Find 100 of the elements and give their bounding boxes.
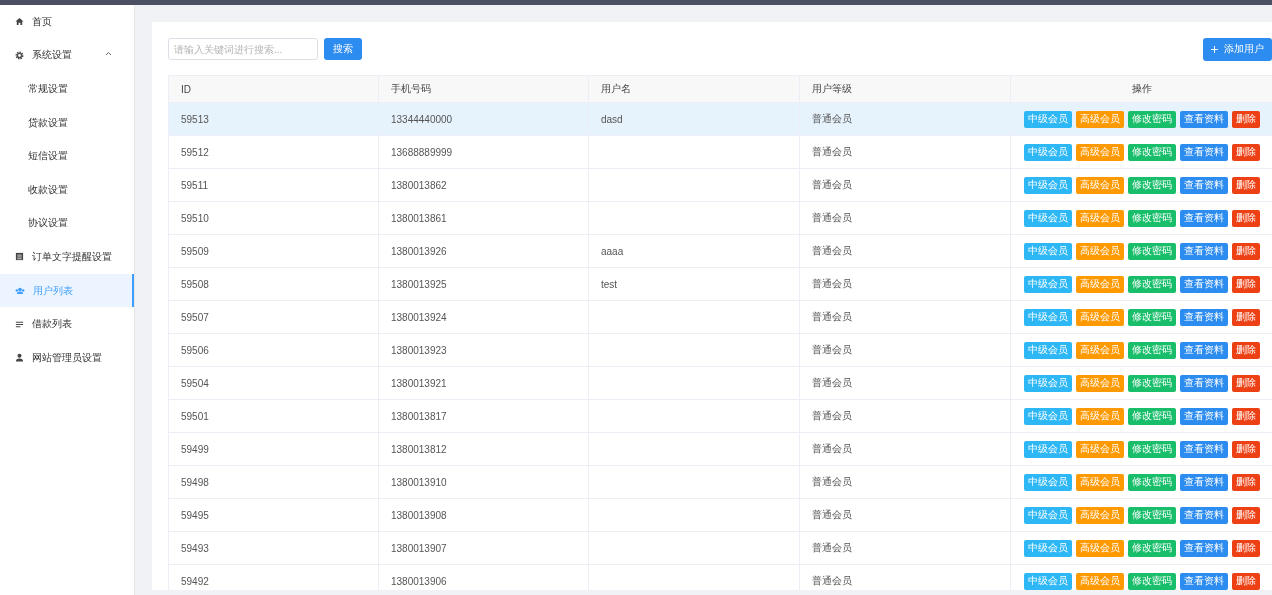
settings-icon bbox=[15, 50, 24, 60]
table-cell: 普通会员 bbox=[799, 102, 1011, 136]
action-button[interactable]: 删除 bbox=[1231, 176, 1260, 194]
submenu-item[interactable]: 常规设置 bbox=[0, 72, 134, 106]
action-button[interactable]: 中级会员 bbox=[1023, 407, 1072, 425]
action-button[interactable]: 删除 bbox=[1231, 572, 1260, 590]
action-button[interactable]: 中级会员 bbox=[1023, 506, 1072, 524]
action-button[interactable]: 高级会员 bbox=[1075, 143, 1124, 161]
action-button[interactable]: 修改密码 bbox=[1127, 341, 1176, 359]
action-button[interactable]: 修改密码 bbox=[1127, 374, 1176, 392]
action-button[interactable]: 中级会员 bbox=[1023, 242, 1072, 260]
action-button[interactable]: 高级会员 bbox=[1075, 539, 1124, 557]
action-button[interactable]: 修改密码 bbox=[1127, 176, 1176, 194]
submenu-item[interactable]: 收款设置 bbox=[0, 172, 134, 207]
table-cell: 59513 bbox=[168, 102, 379, 136]
action-button[interactable]: 查看资料 bbox=[1179, 440, 1228, 458]
table-cell: 1380013861 bbox=[378, 201, 589, 235]
submenu-item[interactable]: 短信设置 bbox=[0, 139, 134, 173]
action-button[interactable]: 修改密码 bbox=[1127, 572, 1176, 590]
action-button[interactable]: 删除 bbox=[1231, 440, 1260, 458]
column-header: 手机号码 bbox=[378, 75, 589, 103]
action-button[interactable]: 中级会员 bbox=[1023, 110, 1072, 128]
menu-item[interactable]: 用户列表 bbox=[0, 273, 134, 308]
action-button[interactable]: 中级会员 bbox=[1023, 209, 1072, 227]
action-button[interactable]: 中级会员 bbox=[1023, 143, 1072, 161]
action-button[interactable]: 高级会员 bbox=[1075, 572, 1124, 590]
action-button[interactable]: 删除 bbox=[1231, 473, 1260, 491]
action-button[interactable]: 删除 bbox=[1231, 506, 1260, 524]
action-button[interactable]: 删除 bbox=[1231, 275, 1260, 293]
action-button[interactable]: 高级会员 bbox=[1075, 506, 1124, 524]
action-button[interactable]: 中级会员 bbox=[1023, 275, 1072, 293]
action-button[interactable]: 删除 bbox=[1231, 341, 1260, 359]
action-button[interactable]: 高级会员 bbox=[1075, 176, 1124, 194]
action-button[interactable]: 修改密码 bbox=[1127, 242, 1176, 260]
action-button[interactable]: 高级会员 bbox=[1075, 374, 1124, 392]
menu-item[interactable]: 借款列表 bbox=[0, 307, 134, 341]
action-button[interactable]: 查看资料 bbox=[1179, 341, 1228, 359]
action-button[interactable]: 删除 bbox=[1231, 308, 1260, 326]
action-button[interactable]: 高级会员 bbox=[1075, 275, 1124, 293]
action-button[interactable]: 删除 bbox=[1231, 374, 1260, 392]
action-button[interactable]: 删除 bbox=[1231, 209, 1260, 227]
action-button[interactable]: 高级会员 bbox=[1075, 308, 1124, 326]
table-cell: 59498 bbox=[168, 465, 379, 499]
list-icon bbox=[15, 319, 24, 329]
action-button[interactable]: 高级会员 bbox=[1075, 209, 1124, 227]
action-button[interactable]: 删除 bbox=[1231, 143, 1260, 161]
action-button[interactable]: 查看资料 bbox=[1179, 473, 1228, 491]
action-button[interactable]: 查看资料 bbox=[1179, 539, 1228, 557]
action-button[interactable]: 中级会员 bbox=[1023, 341, 1072, 359]
action-button[interactable]: 查看资料 bbox=[1179, 506, 1228, 524]
action-button[interactable]: 修改密码 bbox=[1127, 143, 1176, 161]
action-button[interactable]: 修改密码 bbox=[1127, 407, 1176, 425]
action-button[interactable]: 修改密码 bbox=[1127, 275, 1176, 293]
action-button[interactable]: 查看资料 bbox=[1179, 176, 1228, 194]
menu-item[interactable]: 订单文字提醒设置 bbox=[0, 240, 134, 274]
table-cell: 普通会员 bbox=[799, 333, 1011, 367]
action-button[interactable]: 高级会员 bbox=[1075, 341, 1124, 359]
column-header: ID bbox=[168, 75, 379, 103]
action-button[interactable]: 查看资料 bbox=[1179, 308, 1228, 326]
action-button[interactable]: 高级会员 bbox=[1075, 407, 1124, 425]
action-button[interactable]: 查看资料 bbox=[1179, 110, 1228, 128]
action-button[interactable]: 修改密码 bbox=[1127, 539, 1176, 557]
action-button[interactable]: 删除 bbox=[1231, 539, 1260, 557]
search-button[interactable]: 搜索 bbox=[324, 38, 362, 60]
action-button[interactable]: 中级会员 bbox=[1023, 308, 1072, 326]
action-button[interactable]: 修改密码 bbox=[1127, 110, 1176, 128]
action-button[interactable]: 删除 bbox=[1231, 110, 1260, 128]
submenu-item[interactable]: 贷款设置 bbox=[0, 105, 134, 140]
action-button[interactable]: 高级会员 bbox=[1075, 242, 1124, 260]
action-button[interactable]: 高级会员 bbox=[1075, 440, 1124, 458]
action-button[interactable]: 修改密码 bbox=[1127, 209, 1176, 227]
action-button[interactable]: 修改密码 bbox=[1127, 308, 1176, 326]
action-button[interactable]: 查看资料 bbox=[1179, 275, 1228, 293]
action-button[interactable]: 中级会员 bbox=[1023, 572, 1072, 590]
action-button[interactable]: 中级会员 bbox=[1023, 539, 1072, 557]
action-button[interactable]: 删除 bbox=[1231, 242, 1260, 260]
menu-item[interactable]: 首页 bbox=[0, 5, 134, 39]
menu-item[interactable]: 网站管理员设置 bbox=[0, 340, 134, 375]
action-button[interactable]: 查看资料 bbox=[1179, 209, 1228, 227]
action-button[interactable]: 中级会员 bbox=[1023, 440, 1072, 458]
action-button[interactable]: 删除 bbox=[1231, 407, 1260, 425]
add-user-button[interactable]: 添加用户 bbox=[1203, 37, 1272, 61]
submenu-item[interactable]: 协议设置 bbox=[0, 206, 134, 241]
action-button[interactable]: 修改密码 bbox=[1127, 473, 1176, 491]
action-button[interactable]: 查看资料 bbox=[1179, 143, 1228, 161]
action-button[interactable]: 查看资料 bbox=[1179, 572, 1228, 590]
search-field[interactable]: 请输入关键词进行搜索... bbox=[168, 38, 318, 60]
action-button[interactable]: 中级会员 bbox=[1023, 473, 1072, 491]
action-button[interactable]: 查看资料 bbox=[1179, 374, 1228, 392]
action-button[interactable]: 修改密码 bbox=[1127, 440, 1176, 458]
action-button[interactable]: 修改密码 bbox=[1127, 506, 1176, 524]
table-cell: 59512 bbox=[168, 135, 379, 169]
action-button[interactable]: 高级会员 bbox=[1075, 110, 1124, 128]
action-button[interactable]: 查看资料 bbox=[1179, 242, 1228, 260]
action-button[interactable]: 查看资料 bbox=[1179, 407, 1228, 425]
action-button[interactable]: 中级会员 bbox=[1023, 176, 1072, 194]
action-button[interactable]: 中级会员 bbox=[1023, 374, 1072, 392]
plus-icon bbox=[1211, 45, 1218, 53]
action-button[interactable]: 高级会员 bbox=[1075, 473, 1124, 491]
menu-item[interactable]: 系统设置 bbox=[0, 38, 134, 73]
